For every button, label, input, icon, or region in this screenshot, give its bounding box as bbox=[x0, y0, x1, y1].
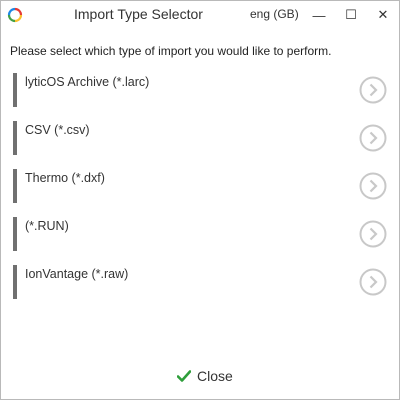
option-label: CSV (*.csv) bbox=[25, 123, 90, 137]
language-indicator[interactable]: eng (GB) bbox=[250, 7, 299, 21]
maximize-icon: ☐ bbox=[345, 7, 357, 22]
title-bar[interactable]: Import Type Selector eng (GB) — ☐ ✕ bbox=[1, 1, 399, 29]
close-window-button[interactable]: ✕ bbox=[368, 1, 398, 29]
import-option-ionvantage-raw[interactable]: IonVantage (*.raw) bbox=[13, 265, 391, 301]
chevron-right-circle-icon[interactable] bbox=[359, 172, 387, 200]
import-type-selector-window: Import Type Selector eng (GB) — ☐ ✕ Plea… bbox=[0, 0, 400, 400]
option-accent-bar bbox=[13, 169, 17, 203]
import-option-larc[interactable]: lyticOS Archive (*.larc) bbox=[13, 73, 391, 109]
option-label: Thermo (*.dxf) bbox=[25, 171, 105, 185]
chevron-right-circle-icon[interactable] bbox=[359, 268, 387, 296]
option-accent-bar bbox=[13, 121, 17, 155]
chevron-right-circle-icon[interactable] bbox=[359, 124, 387, 152]
option-label: lyticOS Archive (*.larc) bbox=[25, 75, 150, 89]
minimize-icon: — bbox=[312, 7, 326, 23]
import-option-csv[interactable]: CSV (*.csv) bbox=[13, 121, 391, 157]
app-ring-icon bbox=[7, 7, 23, 23]
option-accent-bar bbox=[13, 73, 17, 107]
chevron-right-circle-icon[interactable] bbox=[359, 76, 387, 104]
close-icon: ✕ bbox=[377, 7, 389, 22]
option-accent-bar bbox=[13, 217, 17, 251]
import-option-run[interactable]: (*.RUN) bbox=[13, 217, 391, 253]
option-label: (*.RUN) bbox=[25, 219, 69, 233]
maximize-button[interactable]: ☐ bbox=[336, 1, 366, 29]
import-option-thermo-dxf[interactable]: Thermo (*.dxf) bbox=[13, 169, 391, 205]
window-title: Import Type Selector bbox=[74, 6, 203, 22]
chevron-right-circle-icon[interactable] bbox=[359, 220, 387, 248]
close-button[interactable]: Close bbox=[177, 367, 233, 385]
option-label: IonVantage (*.raw) bbox=[25, 267, 129, 281]
option-accent-bar bbox=[13, 265, 17, 299]
close-button-label: Close bbox=[197, 368, 233, 384]
instruction-text: Please select which type of import you w… bbox=[10, 44, 332, 58]
checkmark-icon bbox=[177, 370, 191, 382]
minimize-button[interactable]: — bbox=[304, 1, 334, 29]
